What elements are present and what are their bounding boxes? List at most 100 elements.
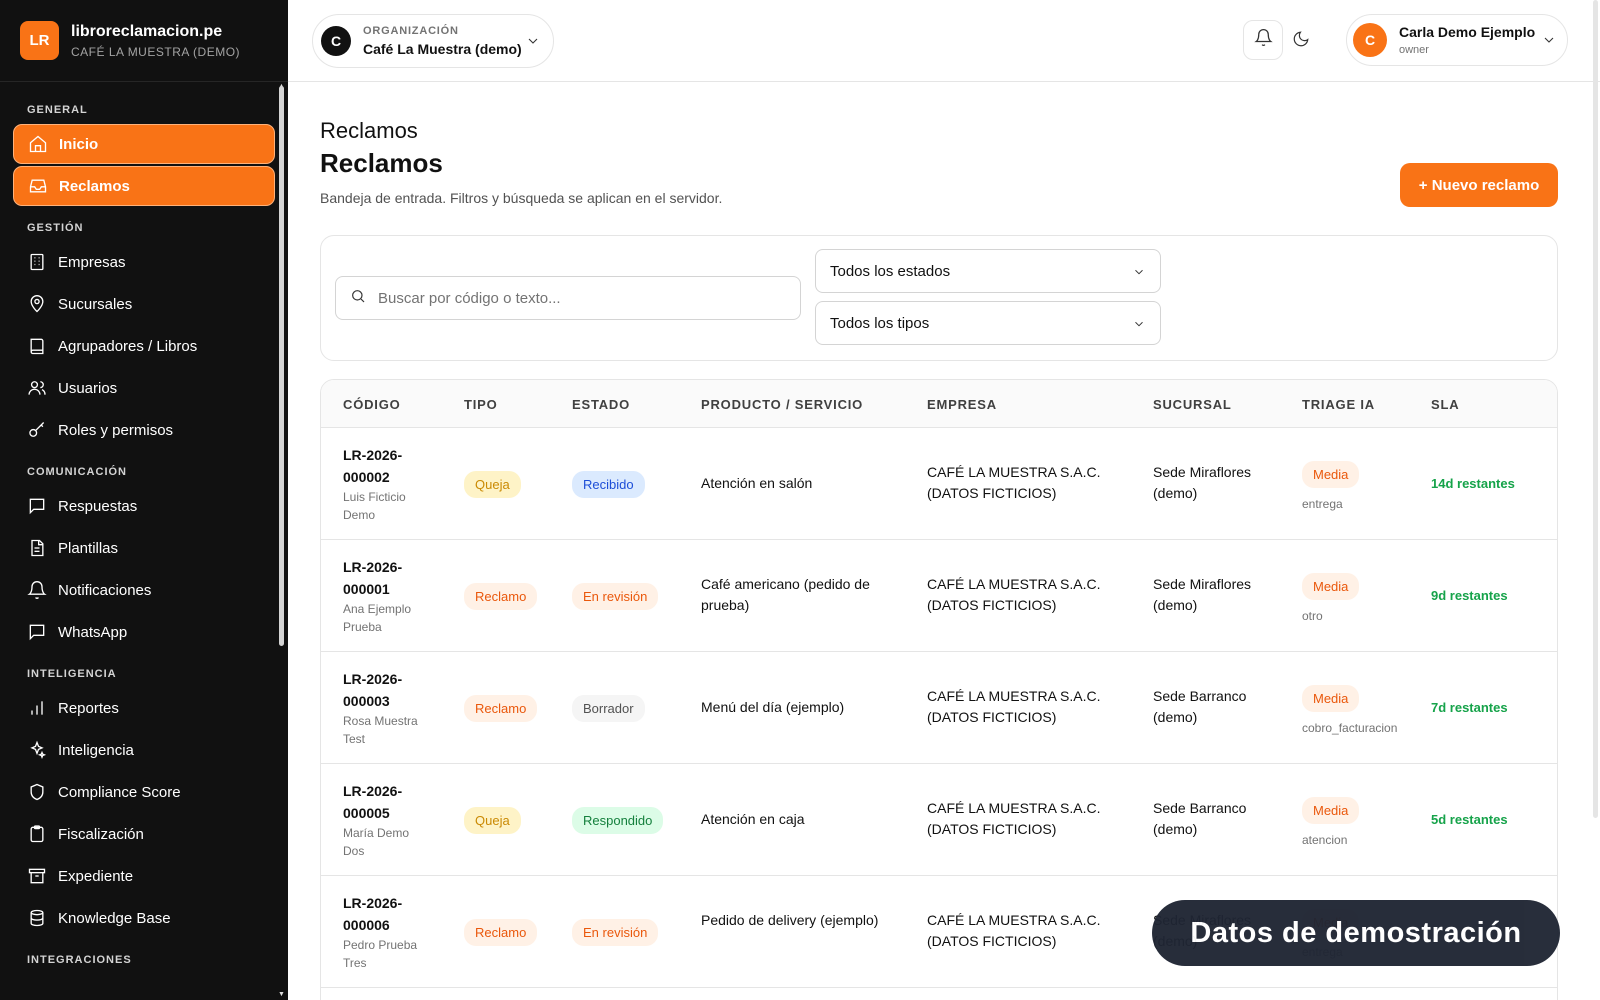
sidebar-item-label: Expediente [58,867,134,885]
sidebar: LR libroreclamacion.pe CAFÉ LA MUESTRA (… [0,0,288,1000]
sidebar-item-whatsapp[interactable]: WhatsApp [13,612,275,652]
tipo-cell: Queja [464,471,521,498]
sidebar-item-label: WhatsApp [58,623,128,641]
new-claim-button[interactable]: + Nuevo reclamo [1400,163,1558,207]
estado-cell: Respondido [572,807,664,834]
sidebar-item-roles-y-permisos[interactable]: Roles y permisos [13,410,275,450]
code-cell: LR-2026-000002 Luis Ficticio Demo [343,444,433,524]
client-name: Rosa Muestra Test [343,714,418,746]
company-cell: CAFÉ LA MUESTRA S.A.C. (DATOS FICTICIOS) [927,688,1101,725]
company-cell: CAFÉ LA MUESTRA S.A.C. (DATOS FICTICIOS) [927,912,1101,949]
company-cell: CAFÉ LA MUESTRA S.A.C. (DATOS FICTICIOS) [927,464,1101,501]
sidebar-item-fiscalizacion[interactable]: Fiscalización [13,814,275,854]
sidebar-item-notificaciones[interactable]: Notificaciones [13,570,275,610]
chevron-down-icon [1541,32,1557,53]
triage-category: otro [1302,609,1323,623]
clipboard-icon [27,824,47,844]
home-icon [28,134,48,154]
claim-code[interactable]: LR-2026-000006 [343,892,433,936]
sidebar-scroll-down[interactable]: ▼ [278,991,285,998]
sidebar-item-knowledge-base[interactable]: Knowledge Base [13,898,275,938]
nav-section-title: INTEGRACIONES [27,954,132,966]
triage-cell: Media otro [1302,573,1360,627]
search-input[interactable] [378,289,778,307]
status-select[interactable]: Todos los estados [815,249,1161,293]
table-row[interactable]: LR-2026-000003 Rosa Muestra Test Reclamo Bo… [321,652,1557,764]
sidebar-item-sucursales[interactable]: Sucursales [13,284,275,324]
triage-cell: Media cobro_facturacion [1302,685,1397,739]
column-header[interactable]: SLA [1431,397,1459,412]
sla-cell: 7d restantes [1431,700,1508,715]
page-title: Reclamos [320,148,443,178]
sidebar-item-empresas[interactable]: Empresas [13,242,275,282]
type-badge: Reclamo [464,695,538,722]
column-header[interactable]: TIPO [464,397,498,412]
sidebar-item-respuestas[interactable]: Respuestas [13,486,275,526]
sidebar-item-label: Empresas [58,253,126,271]
status-badge: En revisión [572,919,659,946]
sidebar-item-compliance-score[interactable]: Compliance Score [13,772,275,812]
organization-switcher[interactable]: C ORGANIZACIÓN Café La Muestra (demo) [312,14,554,68]
table-row[interactable]: LR-2026-000001 Ana Ejemplo Prueba Reclamo E… [321,540,1557,652]
column-header[interactable]: PRODUCTO / SERVICIO [701,397,863,412]
product-cell: Atención en salón [701,475,813,491]
building-icon [27,252,47,272]
sidebar-item-label: Knowledge Base [58,909,171,927]
demo-data-banner: Datos de demostración [1152,900,1560,966]
sla-cell: 5d restantes [1431,812,1508,827]
column-header[interactable]: CÓDIGO [343,397,401,412]
file-text-icon [27,538,47,558]
sidebar-item-reportes[interactable]: Reportes [13,688,275,728]
triage-badge: Media [1302,685,1360,712]
claim-code[interactable]: LR-2026-000001 [343,556,433,600]
column-header[interactable]: SUCURSAL [1153,397,1232,412]
client-name: Ana Ejemplo Prueba [343,602,412,634]
filters-panel: Todos los estados Todos los tipos [320,235,1558,361]
claim-code[interactable]: LR-2026-000005 [343,780,433,824]
chevron-down-icon [525,33,541,54]
page-scrollbar[interactable] [1593,0,1598,818]
page-subtitle: Bandeja de entrada. Filtros y búsqueda s… [320,190,723,206]
sidebar-item-label: Compliance Score [58,783,181,801]
org-name: Café La Muestra (demo) [363,41,522,57]
org-avatar: C [321,26,351,56]
sidebar-item-reclamos[interactable]: Reclamos [13,166,275,206]
sla-cell: 14d restantes [1431,476,1515,491]
table-header: CÓDIGO TIPO ESTADO PRODUCTO / SERVICIO EMPRE… [321,380,1557,428]
sidebar-item-inicio[interactable]: Inicio [13,124,275,164]
notifications-button[interactable] [1243,20,1283,60]
sla-cell: 9d restantes [1431,588,1508,603]
user-menu[interactable]: C Carla Demo Ejemplo owner [1346,14,1568,66]
column-header[interactable]: TRIAGE IA [1302,397,1375,412]
sidebar-item-label: Plantillas [58,539,119,557]
theme-toggle-button[interactable] [1292,30,1310,48]
status-badge: En revisión [572,583,659,610]
column-header[interactable]: EMPRESA [927,397,997,412]
type-select-value: Todos los tipos [830,314,930,332]
triage-cell: Media atencion [1302,797,1360,851]
tipo-cell: Reclamo [464,583,538,610]
sidebar-item-plantillas[interactable]: Plantillas [13,528,275,568]
claim-code[interactable]: LR-2026-000003 [343,668,433,712]
client-name: María Demo Dos [343,826,410,858]
column-header[interactable]: ESTADO [572,397,630,412]
nav-section-title: INTELIGENCIA [27,668,117,680]
sidebar-item-label: Agrupadores / Libros [58,337,198,355]
search-box[interactable] [335,276,801,320]
map-pin-icon [27,294,47,314]
sidebar-item-agrupadores-libros[interactable]: Agrupadores / Libros [13,326,275,366]
table-row[interactable]: LR-2026-000005 María Demo Dos Queja Respond… [321,764,1557,876]
nav-section-title: COMUNICACIÓN [27,466,127,478]
sidebar-scrollbar[interactable] [279,86,284,646]
sidebar-item-inteligencia[interactable]: Inteligencia [13,730,275,770]
type-select[interactable]: Todos los tipos [815,301,1161,345]
bell-icon [27,580,47,600]
table-row[interactable]: LR-2026-000002 Luis Ficticio Demo Queja Rec… [321,428,1557,540]
nav-section-title: GENERAL [27,104,88,116]
sidebar-item-expediente[interactable]: Expediente [13,856,275,896]
sidebar-item-usuarios[interactable]: Usuarios [13,368,275,408]
brand-header[interactable]: LR libroreclamacion.pe CAFÉ LA MUESTRA (… [0,0,288,82]
claim-code[interactable]: LR-2026-000002 [343,444,433,488]
sidebar-item-label: Inicio [59,135,99,153]
sidebar-item-label: Notificaciones [58,581,152,599]
